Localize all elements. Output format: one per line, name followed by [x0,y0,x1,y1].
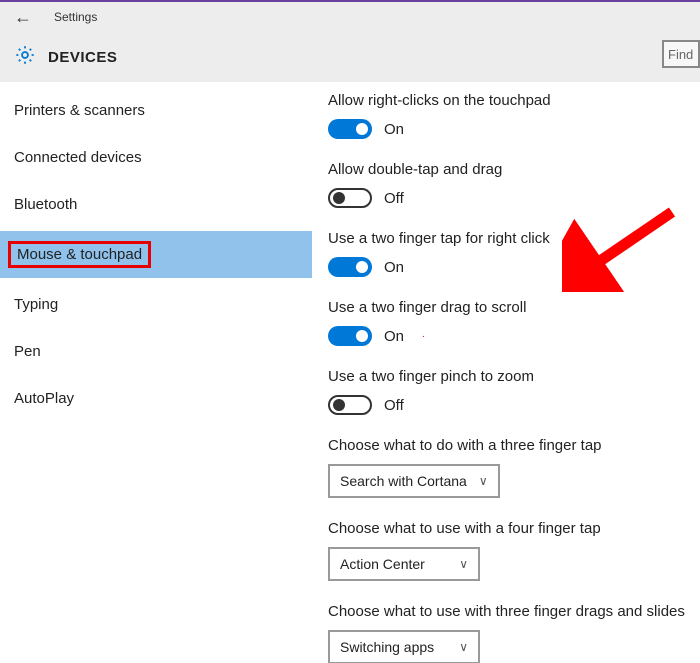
sidebar-item-label: Connected devices [14,149,142,166]
chevron-down-icon: ∨ [459,557,468,571]
sidebar-item-label: Typing [14,296,58,313]
setting-dropdown-group: Choose what to use with three finger dra… [328,603,692,663]
sidebar-item-label: Printers & scanners [14,102,145,119]
toggle-switch[interactable] [328,119,372,139]
toggle-switch[interactable] [328,326,372,346]
search-input[interactable]: Find [662,40,700,68]
sidebar-item-autoplay[interactable]: AutoPlay [0,378,312,419]
toggle-state-label: Off [384,397,404,414]
setting-label: Choose what to use with a four finger ta… [328,520,692,537]
gear-icon [14,44,36,71]
toggle-row: On [328,257,692,277]
dropdown-value: Switching apps [340,639,434,655]
sidebar-item-typing[interactable]: Typing [0,284,312,325]
sidebar: Printers & scanners Connected devices Blue… [0,82,312,663]
annotation-dot: . [422,329,425,340]
sidebar-item-label: Mouse & touchpad [8,241,151,268]
toggle-row: On. [328,326,692,346]
setting-label: Use a two finger tap for right click [328,230,692,247]
toggle-knob [333,192,345,204]
setting-toggle-group: Use a two finger tap for right click On [328,230,692,277]
toggle-state-label: On [384,121,404,138]
content-pane: Allow right-clicks on the touchpadOnAllo… [312,82,700,663]
sidebar-item-pen[interactable]: Pen [0,331,312,372]
toggle-knob [356,261,368,273]
dropdown[interactable]: Search with Cortana ∨ [328,464,500,498]
toggle-knob [356,123,368,135]
sidebar-item-mouse-touchpad[interactable]: Mouse & touchpad [0,231,312,278]
toggle-row: Off [328,395,692,415]
setting-label: Use a two finger drag to scroll [328,299,692,316]
toggle-switch[interactable] [328,257,372,277]
titlebar: ← Settings [0,2,700,32]
toggle-knob [356,330,368,342]
setting-toggle-group: Use a two finger pinch to zoom Off [328,368,692,415]
page-title: DEVICES [48,49,117,66]
setting-label: Choose what to use with three finger dra… [328,603,692,620]
setting-dropdown-group: Choose what to use with a four finger ta… [328,520,692,581]
toggle-state-label: On [384,328,404,345]
toggle-switch[interactable] [328,395,372,415]
sidebar-item-bluetooth[interactable]: Bluetooth [0,184,312,225]
dropdown-value: Action Center [340,556,425,572]
setting-dropdown-group: Choose what to do with a three finger ta… [328,437,692,498]
page-header: DEVICES Find [0,32,700,82]
toggle-switch[interactable] [328,188,372,208]
setting-label: Allow double-tap and drag [328,161,692,178]
sidebar-item-label: AutoPlay [14,390,74,407]
setting-label: Use a two finger pinch to zoom [328,368,692,385]
chevron-down-icon: ∨ [459,640,468,654]
sidebar-item-label: Bluetooth [14,196,77,213]
dropdown[interactable]: Action Center ∨ [328,547,480,581]
app-title: Settings [54,10,97,24]
toggle-knob [333,399,345,411]
setting-toggle-group: Use a two finger drag to scroll On. [328,299,692,346]
dropdown-value: Search with Cortana [340,473,467,489]
sidebar-item-connected-devices[interactable]: Connected devices [0,137,312,178]
toggle-row: Off [328,188,692,208]
back-button[interactable]: ← [8,7,38,28]
dropdown[interactable]: Switching apps ∨ [328,630,480,663]
setting-label: Choose what to do with a three finger ta… [328,437,692,454]
chevron-down-icon: ∨ [479,474,488,488]
setting-toggle-group: Allow double-tap and drag Off [328,161,692,208]
sidebar-item-printers-scanners[interactable]: Printers & scanners [0,90,312,131]
toggle-row: On [328,119,692,139]
setting-label: Allow right-clicks on the touchpad [328,92,692,109]
sidebar-item-label: Pen [14,343,41,360]
toggle-state-label: Off [384,190,404,207]
toggle-state-label: On [384,259,404,276]
setting-toggle-group: Allow right-clicks on the touchpad On [328,92,692,139]
search-placeholder: Find [668,47,693,62]
